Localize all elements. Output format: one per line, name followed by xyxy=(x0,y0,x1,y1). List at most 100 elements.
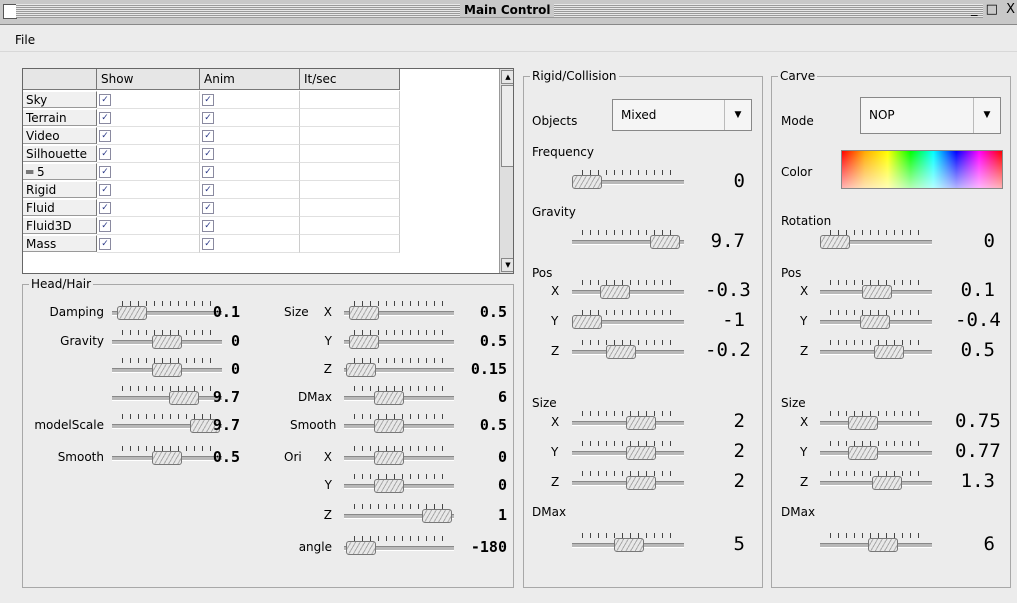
head-hair-right-slider[interactable] xyxy=(344,446,454,465)
show-checkbox[interactable]: ✓ xyxy=(99,148,111,160)
head-hair-right-slider[interactable] xyxy=(344,474,454,493)
head-hair-left-slider-ticks xyxy=(122,386,212,391)
anim-checkbox[interactable]: ✓ xyxy=(202,166,214,178)
gravity-slider-handle[interactable] xyxy=(650,235,680,249)
show-checkbox[interactable]: ✓ xyxy=(99,184,111,196)
rigid-size-slider-handle[interactable] xyxy=(626,476,656,490)
show-checkbox[interactable]: ✓ xyxy=(99,220,111,232)
rigid-size-slider-handle[interactable] xyxy=(626,446,656,460)
carve-pos-slider-handle[interactable] xyxy=(862,285,892,299)
show-cell: ✓ xyxy=(97,217,200,235)
head-hair-right-slider-handle[interactable] xyxy=(374,479,404,493)
head-hair-right-slider-handle[interactable] xyxy=(349,306,379,320)
carve-size-slider[interactable] xyxy=(820,441,932,460)
carve-dmax-slider-handle[interactable] xyxy=(868,538,898,552)
frequency-slider-handle[interactable] xyxy=(572,175,602,189)
carve-dmax-slider[interactable] xyxy=(820,533,932,552)
show-checkbox[interactable]: ✓ xyxy=(99,130,111,142)
rigid-pos-slider[interactable] xyxy=(572,280,684,299)
head-hair-left-slider-handle[interactable] xyxy=(117,306,147,320)
head-hair-right-slider-handle[interactable] xyxy=(374,451,404,465)
scroll-up-icon[interactable]: ▲ xyxy=(501,70,513,84)
objects-dropdown[interactable]: Mixed ▼ xyxy=(612,99,752,131)
rigid-pos-slider[interactable] xyxy=(572,340,684,359)
anim-checkbox[interactable]: ✓ xyxy=(202,130,214,142)
frequency-slider[interactable] xyxy=(572,170,684,189)
anim-checkbox[interactable]: ✓ xyxy=(202,112,214,124)
rigid-size-slider[interactable] xyxy=(572,471,684,490)
head-hair-right-slider[interactable] xyxy=(344,386,454,405)
show-checkbox[interactable]: ✓ xyxy=(99,238,111,250)
rigid-size-slider[interactable] xyxy=(572,411,684,430)
carve-size-slider[interactable] xyxy=(820,411,932,430)
rotation-slider-handle[interactable] xyxy=(820,235,850,249)
anim-checkbox[interactable]: ✓ xyxy=(202,94,214,106)
head-hair-right-slider[interactable] xyxy=(344,414,454,433)
head-hair-left-slider-handle[interactable] xyxy=(152,335,182,349)
anim-cell: ✓ xyxy=(200,163,300,181)
window-controls[interactable]: _ □ X xyxy=(971,2,1017,17)
head-hair-right-axis: Y xyxy=(324,478,332,492)
anim-checkbox[interactable]: ✓ xyxy=(202,238,214,250)
rigid-dmax-slider-handle[interactable] xyxy=(614,538,644,552)
scroll-thumb[interactable] xyxy=(501,85,513,167)
head-hair-right-slider-handle[interactable] xyxy=(374,391,404,405)
carve-pos-slider[interactable] xyxy=(820,280,932,299)
head-hair-left-slider-handle[interactable] xyxy=(169,391,199,405)
rigid-pos-slider-handle[interactable] xyxy=(600,285,630,299)
gravity-value: 9.7 xyxy=(710,230,745,252)
head-hair-right-slider[interactable] xyxy=(344,330,454,349)
carve-pos-slider-handle[interactable] xyxy=(860,315,890,329)
gravity-slider[interactable] xyxy=(572,230,684,249)
head-hair-right-slider-handle[interactable] xyxy=(349,335,379,349)
head-hair-right-slider-handle[interactable] xyxy=(374,419,404,433)
rigid-size-slider[interactable] xyxy=(572,441,684,460)
head-hair-right-slider-handle[interactable] xyxy=(346,363,376,377)
carve-size-slider-handle[interactable] xyxy=(848,416,878,430)
anim-checkbox[interactable]: ✓ xyxy=(202,148,214,160)
column-header-anim[interactable]: Anim xyxy=(200,69,300,90)
carve-pos-value: 0.1 xyxy=(960,279,995,301)
mode-dropdown[interactable]: NOP ▼ xyxy=(860,97,1001,134)
show-checkbox[interactable]: ✓ xyxy=(99,166,111,178)
carve-pos-slider[interactable] xyxy=(820,340,932,359)
carve-pos-axis: Z xyxy=(800,344,809,358)
column-header-show[interactable]: Show xyxy=(97,69,200,90)
carve-pos-slider[interactable] xyxy=(820,310,932,329)
table-scrollbar[interactable]: ▲ ▼ xyxy=(499,69,513,273)
head-hair-right-value: 0.5 xyxy=(479,416,507,434)
show-checkbox[interactable]: ✓ xyxy=(99,202,111,214)
head-hair-right-slider-handle[interactable] xyxy=(422,509,452,523)
row-label: Sky xyxy=(23,91,97,108)
head-hair-left-slider-handle[interactable] xyxy=(152,363,182,377)
carve-pos-slider-handle[interactable] xyxy=(874,345,904,359)
carve-size-slider-handle[interactable] xyxy=(872,476,902,490)
rigid-size-slider-handle[interactable] xyxy=(626,416,656,430)
rigid-pos-slider[interactable] xyxy=(572,310,684,329)
head-hair-right-value: -180 xyxy=(470,538,507,556)
show-cell: ✓ xyxy=(97,145,200,163)
rigid-dmax-slider[interactable] xyxy=(572,533,684,552)
carve-size-slider[interactable] xyxy=(820,471,932,490)
head-hair-left-slider-handle[interactable] xyxy=(152,451,182,465)
head-hair-right-slider[interactable] xyxy=(344,301,454,320)
mode-value: NOP xyxy=(869,108,895,122)
window-menu-button[interactable] xyxy=(3,4,17,19)
show-checkbox[interactable]: ✓ xyxy=(99,112,111,124)
menu-file[interactable]: File xyxy=(15,33,35,47)
head-hair-right-slider-handle[interactable] xyxy=(346,541,376,555)
rigid-pos-slider-handle[interactable] xyxy=(572,315,602,329)
column-header-itsec[interactable]: It/sec xyxy=(300,69,400,90)
anim-checkbox[interactable]: ✓ xyxy=(202,202,214,214)
head-hair-right-slider[interactable] xyxy=(344,358,454,377)
rigid-pos-slider-handle[interactable] xyxy=(606,345,636,359)
head-hair-right-slider[interactable] xyxy=(344,536,454,555)
color-picker[interactable] xyxy=(841,150,1003,189)
rotation-slider[interactable] xyxy=(820,230,932,249)
anim-checkbox[interactable]: ✓ xyxy=(202,220,214,232)
head-hair-right-slider[interactable] xyxy=(344,504,454,523)
carve-size-slider-handle[interactable] xyxy=(848,446,878,460)
scroll-down-icon[interactable]: ▼ xyxy=(501,258,513,272)
anim-checkbox[interactable]: ✓ xyxy=(202,184,214,196)
show-checkbox[interactable]: ✓ xyxy=(99,94,111,106)
